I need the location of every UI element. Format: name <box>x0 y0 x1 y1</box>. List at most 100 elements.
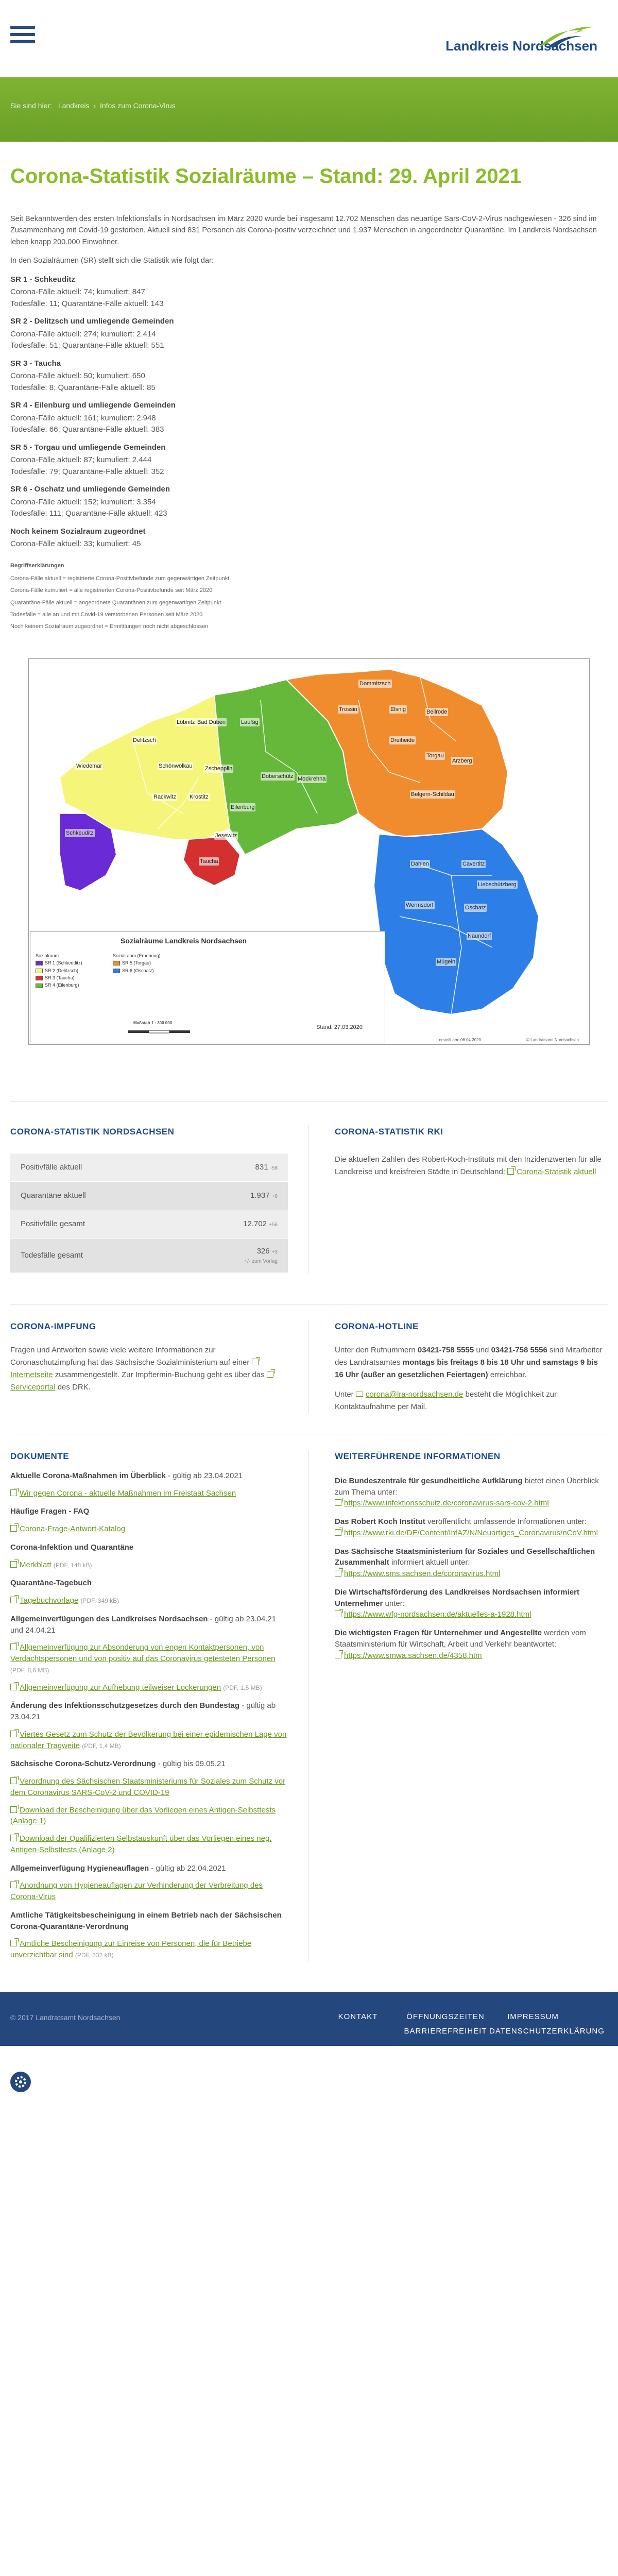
main-content: Corona-Statistik Sozialräume – Stand: 29… <box>0 165 618 1045</box>
info-source: Die Wirtschaftsförderung des Landkreises… <box>335 1587 579 1608</box>
document-link-row: Allgemeinverfügung zur Absonderung von e… <box>10 1642 288 1675</box>
page-title: Corona-Statistik Sozialräume – Stand: 29… <box>10 165 522 188</box>
stats-label: Positivfälle gesamt <box>21 1219 85 1229</box>
document-link[interactable]: Verordnung des Sächsischen Staatsministe… <box>10 1777 285 1797</box>
document-heading-text: Quarantäne-Tagebuch <box>10 1579 92 1588</box>
legend-item: SR 1 (Schkeuditz) <box>36 959 82 967</box>
document-link[interactable]: Allgemeinverfügung zur Absonderung von e… <box>10 1643 276 1663</box>
sozialraum-cases: Corona-Fälle aktuell: 33; kumuliert: 45 <box>10 539 141 549</box>
map-town-label: Beilrode <box>425 707 449 717</box>
document-link-row: Viertes Gesetz zum Schutz der Bevölkerun… <box>10 1728 288 1752</box>
map-town-label: Löbnitz <box>176 718 196 727</box>
hotline-mail-text: Unter corona@lra-nordsachsen.de besteht … <box>335 1388 608 1413</box>
legend-label: SR 1 (Schkeuditz) <box>45 960 82 966</box>
legend-label: SR 4 (Eilenburg) <box>45 982 79 988</box>
hotline-text-1: Unter den Rufnummern <box>335 1346 416 1355</box>
footer-link[interactable]: DATENSCHUTZERKLÄRUNG <box>489 2026 604 2038</box>
impfung-serviceportal-link[interactable]: Serviceportal <box>10 1383 56 1392</box>
info-link[interactable]: https://www.rki.de/DE/Content/InfAZ/N/Ne… <box>344 1529 598 1537</box>
hotline-number-1: 03421-758 5555 <box>417 1346 474 1355</box>
document-heading: Amtliche Tätigkeitsbescheinigung in eine… <box>10 1910 288 1933</box>
stats-row: Quarantäne aktuell 1.937 +6 <box>10 1182 288 1211</box>
info-link[interactable]: https://www.sms.sachsen.de/coronavirus.h… <box>344 1569 500 1578</box>
document-validity: - gültig ab 23.04.2021 <box>165 1471 243 1480</box>
document-link[interactable]: Merkblatt <box>20 1561 52 1569</box>
document-heading-text: Allgemeinverfügungen des Landkreises Nor… <box>10 1614 208 1623</box>
stats-row: Todesfälle gesamt 326 +3 +/- zum Vorlag <box>10 1239 288 1273</box>
document-link[interactable]: Download der Bescheinigung über das Vorl… <box>10 1806 276 1826</box>
legend-right-items: SR 5 (Torgau) SR 6 (Oschatz) <box>113 959 161 974</box>
external-link-icon <box>10 1833 19 1842</box>
sozialraum-stats: Corona-Fälle aktuell: 74; kumuliert: 847… <box>10 286 608 310</box>
info-source: Das Robert Koch Institut <box>335 1517 425 1527</box>
map-town-label: Wiedemar <box>75 761 104 771</box>
document-link[interactable]: Corona-Frage-Antwort-Katalog <box>20 1524 125 1533</box>
impfung-column: CORONA-IMPFUNG Fragen und Antworten sowi… <box>10 1319 309 1414</box>
sozialraum-stats: Corona-Fälle aktuell: 87; kumuliert: 2.4… <box>10 454 608 478</box>
sozialraum-cases: Corona-Fälle aktuell: 50; kumuliert: 650 <box>10 371 145 381</box>
impfung-text-1: Fragen und Antworten sowie viele weitere… <box>10 1346 250 1367</box>
glossary-item: Corona-Fälle kumuliert = alle registrier… <box>10 587 213 594</box>
legend-item: SR 3 (Taucha) <box>36 974 82 981</box>
hotline-email-link[interactable]: corona@lra-nordsachsen.de <box>366 1390 464 1399</box>
info-item: Das Sächsische Staatsministerium für Soz… <box>335 1546 608 1580</box>
document-validity: - gültig ab 22.04.2021 <box>149 1863 226 1873</box>
stats-value: 326 <box>256 1247 270 1256</box>
document-heading: Aktuelle Corona-Maßnahmen im Überblick -… <box>10 1470 288 1482</box>
breadcrumb-link-landkreis[interactable]: Landkreis <box>58 101 90 110</box>
document-heading: Änderung des Infektionsschutzgesetzes du… <box>10 1700 288 1723</box>
document-link[interactable]: Tagebuchvorlage <box>20 1596 78 1605</box>
map-town-label: Liebschützberg <box>477 880 518 889</box>
breadcrumb: Sie sind hier: Landkreis › Infos zum Cor… <box>0 77 618 142</box>
legend-left-head: Sozialraum <box>36 953 59 958</box>
impfung-text: Fragen und Antworten sowie viele weitere… <box>10 1344 288 1394</box>
sozialraum-deaths: Todesfälle: 79; Quarantäne-Fälle aktuell… <box>10 467 164 476</box>
cookie-settings-button[interactable] <box>10 2071 31 2092</box>
info-item: Die Bundeszentrale für gesundheitliche A… <box>335 1476 608 1509</box>
document-file-meta: (PDF, 148 kB) <box>53 1561 92 1569</box>
sozialraum-block: SR 2 - Delitzsch und umliegende Gemeinde… <box>10 316 608 352</box>
info-link[interactable]: https://www.wfg-nordsachsen.de/aktuelles… <box>344 1610 531 1619</box>
sozialraum-stats: Corona-Fälle aktuell: 161; kumuliert: 2.… <box>10 413 608 436</box>
impfung-internetseite-link[interactable]: Internetseite <box>10 1370 53 1379</box>
map-town-label: Rackwitz <box>152 792 178 802</box>
stats-title: CORONA-STATISTIK NORDSACHSEN <box>10 1126 175 1137</box>
footer-link[interactable]: IMPRESSUM <box>489 2011 577 2023</box>
document-link[interactable]: Wir gegen Corona - aktuelle Maßnahmen im… <box>20 1489 236 1498</box>
footer-link[interactable]: KONTAKT <box>314 2011 402 2023</box>
map-credit: erstellt am: 06.04.2020 <box>439 1037 481 1042</box>
hotline-title: CORONA-HOTLINE <box>335 1321 419 1331</box>
stats-delta: +3 <box>271 1249 278 1256</box>
document-link[interactable]: Download der Qualifizierten Selbstauskun… <box>10 1834 271 1854</box>
document-link[interactable]: Viertes Gesetz zum Schutz der Bevölkerun… <box>10 1730 286 1750</box>
document-file-meta: (PDF, 349 kB) <box>80 1597 119 1605</box>
stats-column: CORONA-STATISTIK NORDSACHSEN Positivfäll… <box>10 1125 309 1273</box>
external-link-icon <box>10 1523 19 1532</box>
external-link-icon <box>10 1595 19 1604</box>
rki-link[interactable]: Corona-Statistik aktuell <box>517 1167 596 1176</box>
info-item: Die Wirtschaftsförderung des Landkreises… <box>335 1587 608 1620</box>
breadcrumb-current: Infos zum Corona-Virus <box>99 101 176 110</box>
external-link-icon <box>10 1804 19 1813</box>
glossary-items: Corona-Fälle aktuell = registrierte Coro… <box>10 573 608 632</box>
footer-link[interactable]: ÖFFNUNGSZEITEN <box>402 2011 489 2023</box>
site-logo[interactable]: Landkreis Nordsachsen <box>445 26 597 56</box>
footer-spacer <box>0 2046 618 2103</box>
stats-label: Positivfälle aktuell <box>21 1163 82 1172</box>
document-link[interactable]: Allgemeinverfügung zur Aufhebung teilwei… <box>20 1683 221 1692</box>
info-link[interactable]: https://www.smwa.sachsen.de/4358.htm <box>344 1651 482 1660</box>
sozialraum-block: Noch keinem Sozialraum zugeordnet Corona-… <box>10 526 608 550</box>
legend-left: Sozialraum SR 1 (Schkeuditz) SR 2 (Delitz… <box>36 952 82 989</box>
external-link-icon <box>266 1369 275 1378</box>
menu-icon[interactable] <box>10 26 35 46</box>
external-link-icon <box>507 1166 516 1175</box>
footer-link[interactable]: BARRIEREFREIHEIT <box>402 2026 489 2038</box>
info-link[interactable]: https://www.infektionsschutz.de/coronavi… <box>344 1499 549 1507</box>
map-town-label: Laußig <box>240 718 260 727</box>
document-link[interactable]: Anordnung von Hygieneauflagen zur Verhin… <box>10 1881 263 1901</box>
map-town-label: Bad Düben <box>196 718 227 727</box>
stats-label: Quarantäne aktuell <box>21 1191 86 1200</box>
stats-value: 1.937 <box>250 1191 270 1200</box>
document-link[interactable]: Amtliche Bescheinigung zur Einreise von … <box>10 1939 251 1959</box>
external-link-icon <box>10 1487 19 1496</box>
